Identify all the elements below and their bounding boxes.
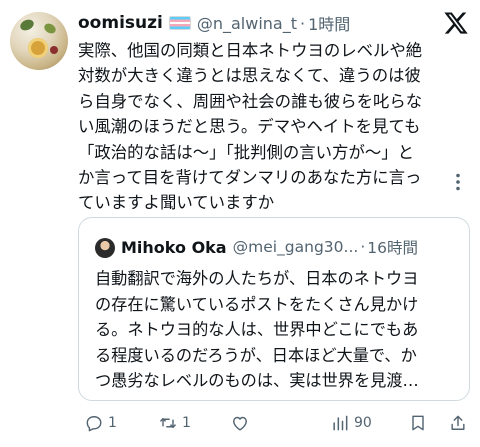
quoted-tweet-card[interactable]: Mihoko Oka @mei_gang30... · 16時間 自動翻訳で海外… bbox=[78, 217, 470, 401]
tweet-timestamp[interactable]: 1時間 bbox=[308, 11, 350, 35]
author-handle[interactable]: @n_alwina_t bbox=[197, 14, 297, 33]
quoted-tweet-timestamp: 16時間 bbox=[367, 239, 418, 257]
heart-icon bbox=[233, 416, 247, 431]
author-display-name[interactable]: oomisuzi bbox=[78, 13, 163, 33]
tweet-header: oomisuzi @n_alwina_t · 1時間 bbox=[78, 12, 350, 34]
tweet-text: 実際、他国の同類と日本ネトウヨのレベルや絶 対数が大きく違うとは思えなくて、違う… bbox=[78, 41, 423, 213]
avatar-decoration bbox=[28, 38, 48, 58]
quoted-tweet-text: 自動翻訳で海外の人たちが、日本のネトウヨ の存在に驚いているポストをたくさん見か… bbox=[95, 269, 419, 391]
bookmark-icon bbox=[412, 415, 424, 431]
more-vertical-icon[interactable] bbox=[448, 172, 468, 192]
quoted-author-display-name: Mihoko Oka bbox=[121, 237, 227, 257]
share-icon bbox=[451, 415, 465, 430]
separator-dot: · bbox=[360, 238, 366, 256]
separator-dot: · bbox=[299, 13, 306, 33]
reply-button[interactable]: 1 bbox=[84, 408, 117, 438]
tweet-action-bar: 1 1 90 bbox=[78, 408, 470, 438]
share-button[interactable] bbox=[448, 408, 468, 438]
bookmark-button[interactable] bbox=[408, 408, 428, 438]
trans-flag-emoji bbox=[168, 16, 191, 30]
quoted-author-handle: @mei_gang30... bbox=[232, 238, 359, 256]
views-count: 90 bbox=[354, 415, 372, 431]
avatar-decoration bbox=[42, 21, 58, 36]
quoted-author-avatar bbox=[95, 238, 115, 258]
x-logo-icon[interactable] bbox=[443, 10, 469, 36]
like-button[interactable] bbox=[230, 408, 254, 438]
retweet-button[interactable]: 1 bbox=[158, 408, 191, 438]
avatar-decoration bbox=[50, 46, 58, 54]
quoted-tweet-header: Mihoko Oka @mei_gang30... · 16時間 bbox=[121, 235, 418, 259]
retweet-icon bbox=[159, 417, 177, 429]
views-icon bbox=[333, 415, 348, 431]
retweet-count: 1 bbox=[182, 415, 191, 431]
reply-icon bbox=[86, 416, 102, 432]
avatar-decoration bbox=[18, 17, 36, 33]
views-button[interactable]: 90 bbox=[330, 408, 372, 438]
reply-count: 1 bbox=[108, 415, 117, 431]
author-avatar[interactable] bbox=[10, 12, 68, 70]
